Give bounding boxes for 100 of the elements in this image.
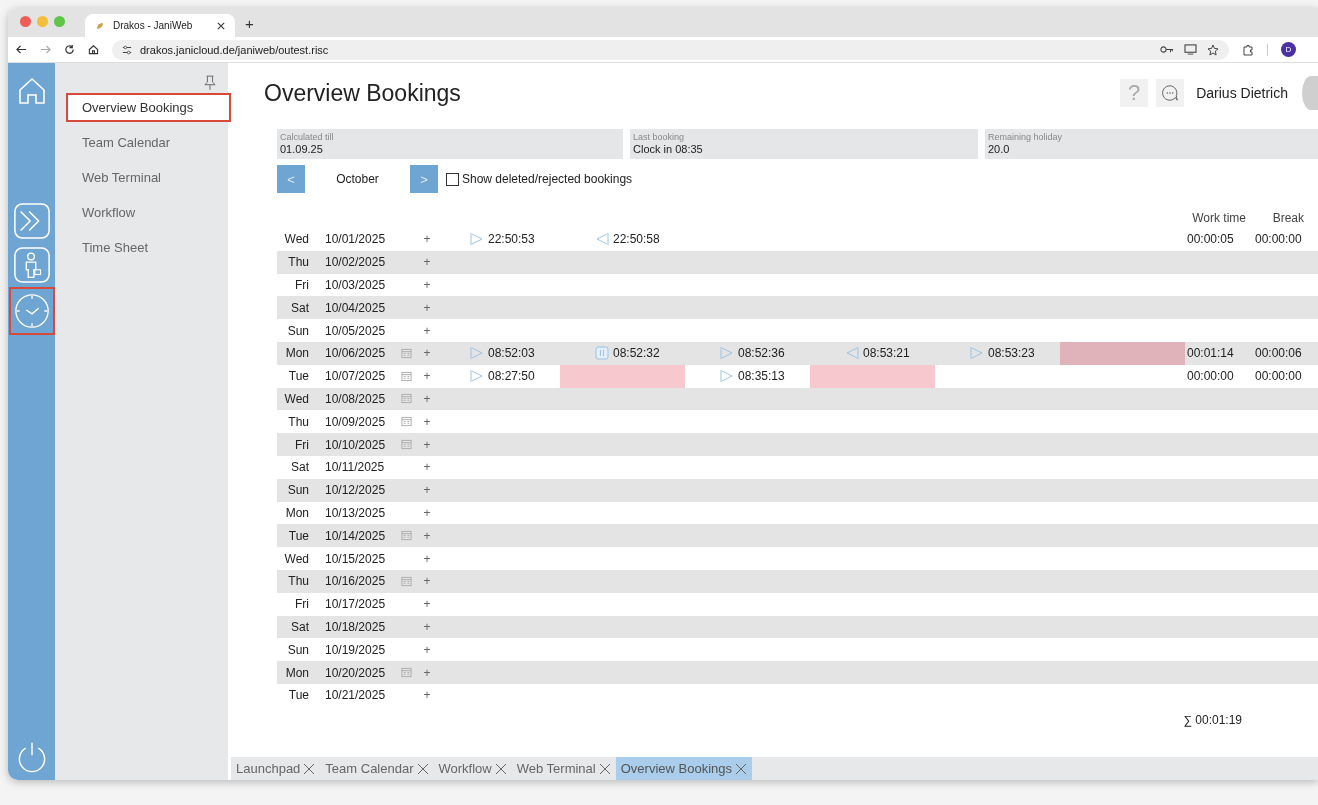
sidebar-item[interactable]: Team Calendar <box>66 128 208 157</box>
address-field[interactable]: drakos.janicloud.de/janiweb/outest.risc <box>112 39 1229 60</box>
avatar[interactable] <box>1302 76 1318 110</box>
booking-time[interactable]: 08:52:32 <box>613 346 660 361</box>
home-icon[interactable] <box>88 44 99 55</box>
back-icon[interactable] <box>16 44 27 55</box>
booking-time[interactable]: 22:50:53 <box>488 232 535 247</box>
weekday: Tue <box>287 528 309 543</box>
page-title: Overview Bookings <box>264 79 461 107</box>
key-icon[interactable] <box>1160 45 1174 54</box>
add-button[interactable]: + <box>419 278 435 292</box>
booking-time[interactable]: 08:35:13 <box>738 369 785 384</box>
booking-time[interactable]: 22:50:58 <box>613 232 660 247</box>
calendar-icon[interactable] <box>400 439 412 451</box>
booking-time[interactable]: 08:53:21 <box>863 346 910 361</box>
add-button[interactable]: + <box>419 323 435 338</box>
add-button[interactable]: + <box>419 391 435 406</box>
date: 10/20/2025 <box>324 665 387 680</box>
add-button[interactable]: + <box>419 619 435 634</box>
calendar-icon[interactable] <box>400 370 412 382</box>
puzzle-icon[interactable] <box>1242 43 1254 56</box>
weekday: Tue <box>287 369 309 384</box>
add-button[interactable]: + <box>419 300 435 315</box>
break-time: 00:00:00 <box>1255 369 1302 384</box>
booking-time[interactable]: 08:53:23 <box>988 346 1035 361</box>
pause-icon <box>595 346 609 361</box>
close-icon[interactable] <box>494 762 507 775</box>
weekday: Wed <box>283 551 309 566</box>
window-minimize-button[interactable] <box>37 16 48 27</box>
checkbox-label[interactable]: Show deleted/rejected bookings <box>462 172 633 186</box>
add-button[interactable]: + <box>419 505 435 520</box>
add-button[interactable]: + <box>419 255 435 270</box>
weekday: Wed <box>283 232 309 247</box>
open-tab[interactable]: Overview Bookings <box>615 757 752 780</box>
checkbox[interactable] <box>446 172 459 186</box>
calendar-icon[interactable] <box>400 347 412 359</box>
user-name[interactable]: Darius Dietrich <box>1196 85 1288 101</box>
reload-icon[interactable] <box>64 44 75 55</box>
window-maximize-button[interactable] <box>54 16 65 27</box>
site-settings-icon[interactable] <box>122 44 132 55</box>
sidebar-item[interactable]: Time Sheet <box>66 233 208 262</box>
sidebar-item[interactable]: Web Terminal <box>66 163 208 192</box>
date: 10/03/2025 <box>324 278 387 292</box>
add-button[interactable]: + <box>419 483 435 498</box>
weekday: Mon <box>284 505 309 520</box>
sidebar-item[interactable]: Workflow <box>66 198 208 227</box>
calendar-icon[interactable] <box>400 667 412 679</box>
add-button[interactable]: + <box>419 232 435 247</box>
clock-icon[interactable] <box>8 287 55 335</box>
calendar-icon[interactable] <box>400 530 412 542</box>
weekday: Wed <box>283 391 309 406</box>
date: 10/15/2025 <box>324 551 387 566</box>
window-close-button[interactable] <box>20 16 31 27</box>
sidebar-item[interactable]: Overview Bookings <box>66 93 231 122</box>
open-tab[interactable]: Launchpad <box>231 757 321 780</box>
close-icon[interactable] <box>598 762 611 775</box>
star-icon[interactable] <box>1207 43 1219 56</box>
add-button[interactable]: + <box>419 642 435 657</box>
booking-time[interactable]: 08:52:36 <box>738 346 785 361</box>
date: 10/01/2025 <box>324 232 387 247</box>
add-button[interactable]: + <box>419 597 435 612</box>
close-icon[interactable] <box>303 762 316 775</box>
chat-button[interactable] <box>1156 79 1185 107</box>
calendar-icon[interactable] <box>400 393 412 405</box>
add-button[interactable]: + <box>419 437 435 452</box>
add-button[interactable]: + <box>419 688 435 703</box>
add-button[interactable]: + <box>419 460 435 475</box>
date: 10/10/2025 <box>324 437 387 452</box>
booking-time[interactable]: 08:52:03 <box>488 346 535 361</box>
close-icon[interactable] <box>217 21 225 30</box>
info-label: Last booking <box>633 132 686 143</box>
calendar-icon[interactable] <box>400 416 412 428</box>
date: 10/11/2025 <box>324 460 386 475</box>
add-button[interactable]: + <box>419 414 435 429</box>
break-time: 00:00:06 <box>1255 346 1302 361</box>
clock-in-icon <box>470 369 484 384</box>
forward-icon[interactable] <box>40 44 51 55</box>
booking-time[interactable]: 08:27:50 <box>488 369 535 384</box>
calendar-icon[interactable] <box>400 575 412 587</box>
pin-icon[interactable] <box>204 75 216 91</box>
add-button[interactable]: + <box>419 665 435 680</box>
open-tab[interactable]: Web Terminal <box>511 757 616 780</box>
open-tab[interactable]: Workflow <box>433 757 512 780</box>
add-button[interactable]: + <box>419 346 435 361</box>
date: 10/12/2025 <box>324 483 387 498</box>
clock-in-icon <box>720 346 734 361</box>
browser-tab[interactable]: Drakos - JaniWeb <box>85 14 235 37</box>
profile-avatar[interactable]: D <box>1281 42 1296 57</box>
close-icon[interactable] <box>416 762 429 775</box>
info-label: Remaining holiday <box>988 132 1064 143</box>
new-tab-button[interactable]: + <box>245 15 254 37</box>
add-button[interactable]: + <box>419 574 435 589</box>
add-button[interactable]: + <box>419 528 435 543</box>
chat-icon[interactable] <box>1161 84 1180 102</box>
add-button[interactable]: + <box>419 369 435 384</box>
add-button[interactable]: + <box>419 551 435 566</box>
column-header: Work time <box>1191 211 1247 225</box>
info-label: Calculated till <box>280 132 335 143</box>
open-tab[interactable]: Team Calendar <box>320 757 434 780</box>
work-time: 00:00:00 <box>1187 369 1234 384</box>
